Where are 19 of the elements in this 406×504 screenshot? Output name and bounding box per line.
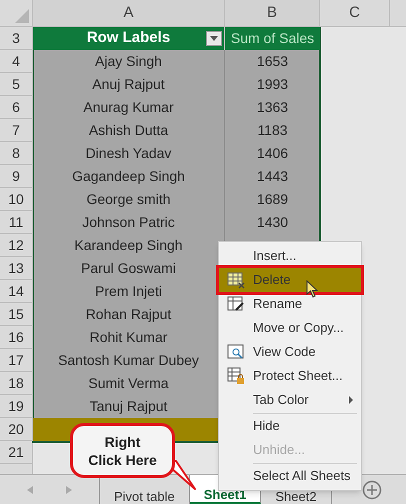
table-cell-text: 1406	[256, 144, 290, 163]
table-cell-text: 1430	[256, 213, 290, 232]
table-cell-text: 1653	[256, 52, 290, 71]
table-cell: Ajay Singh	[33, 50, 225, 73]
table-cell: George smith	[33, 188, 225, 211]
table-cell: Ashish Dutta	[33, 119, 225, 142]
table-cell-text: 1993	[256, 75, 290, 94]
table-cell-text: 1689	[256, 190, 290, 209]
table-cell-text: 1363	[256, 98, 290, 117]
callout-bubble: Right Click Here	[70, 423, 175, 478]
table-cell: Johnson Patric	[33, 211, 225, 234]
table-cell: Gagandeep Singh	[33, 165, 225, 188]
table-cell-text: 1443	[256, 167, 290, 186]
sum-of-sales-header: Sum of Sales	[230, 29, 314, 48]
table-cell: Anuj Rajput	[33, 73, 225, 96]
table-cell: Dinesh Yadav	[33, 142, 225, 165]
table-cell-text: 1183	[256, 121, 289, 140]
table-cell: Anurag Kumar	[33, 96, 225, 119]
row-labels-header: Row Labels	[86, 28, 170, 48]
